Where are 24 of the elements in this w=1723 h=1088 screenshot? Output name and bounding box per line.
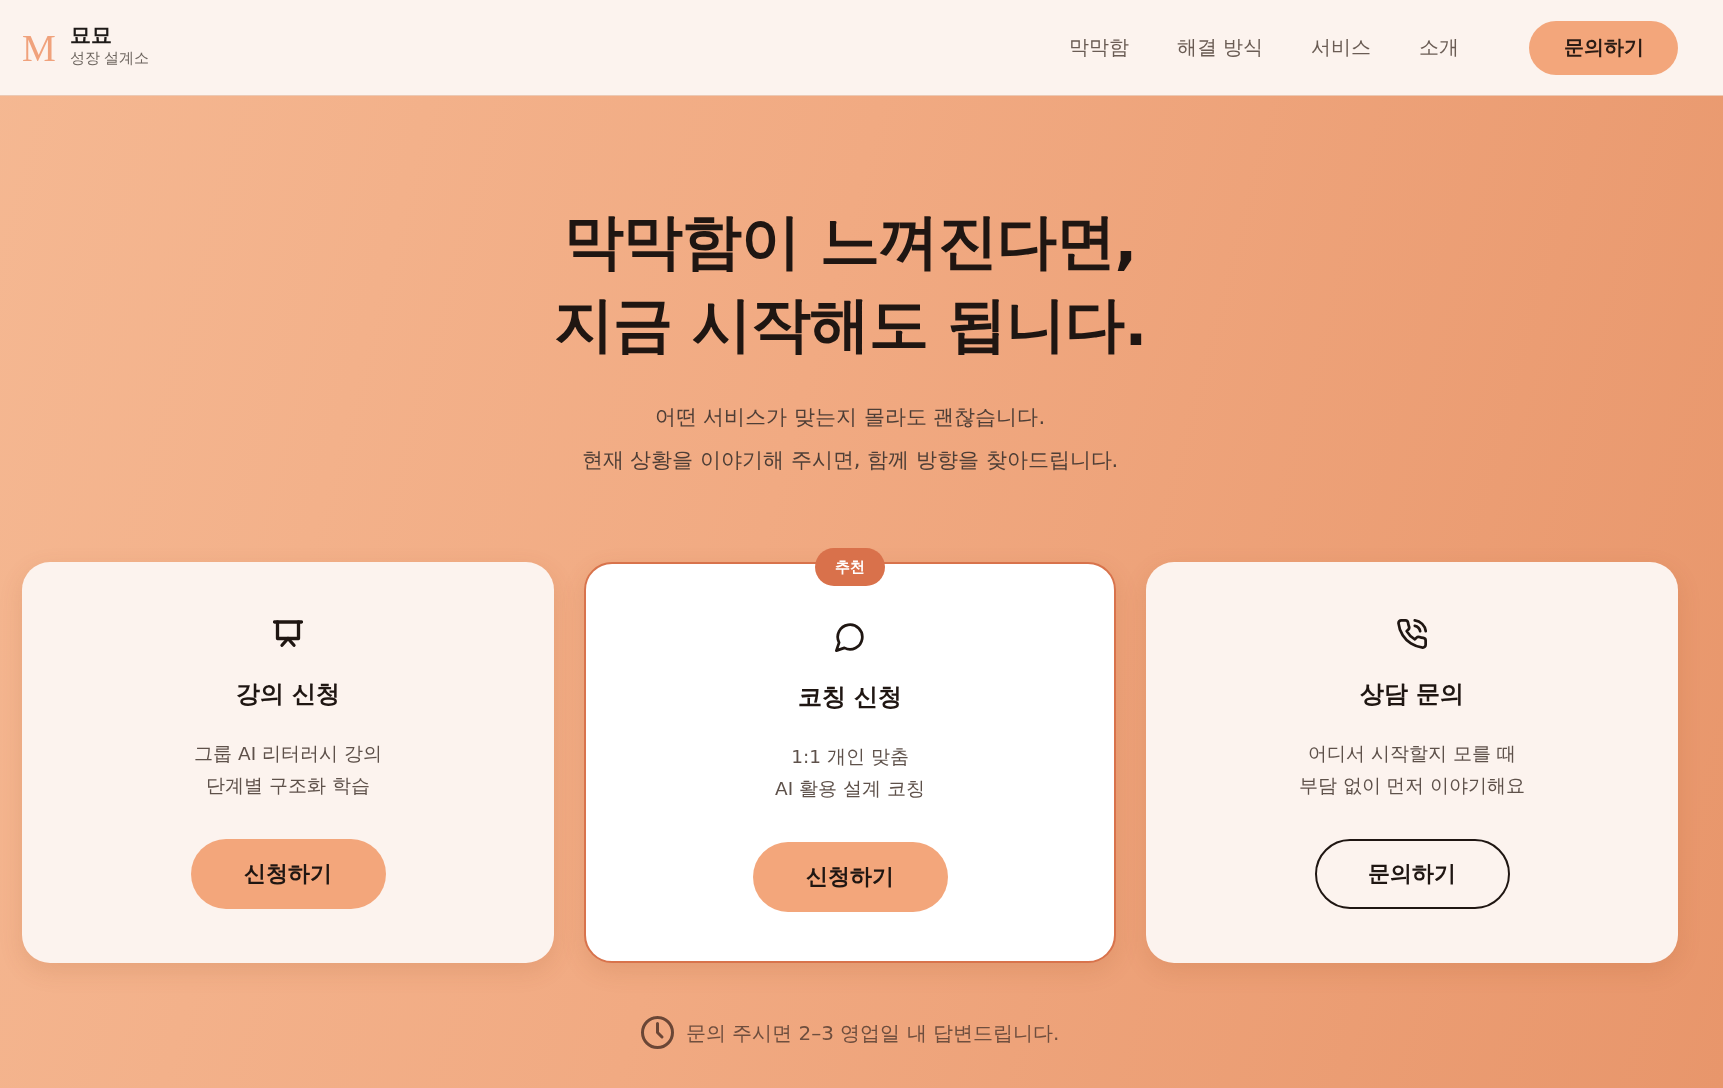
phone-call-icon — [1397, 619, 1427, 649]
card-description: 1:1 개인 맞춤 AI 활용 설계 코칭 — [775, 745, 925, 801]
hero-subtitle: 어떤 서비스가 맞는지 몰라도 괜찮습니다. 현재 상황을 이야기해 주시면, 함께 방향을 찾아드립니다. — [581, 404, 1119, 474]
hero-heading: 막막함이 느껴진다면, 지금 시작해도 됩니다. — [553, 205, 1147, 361]
card-title: 상담 문의 — [1359, 679, 1465, 710]
nav-link[interactable]: 막막함 — [1068, 34, 1129, 61]
brand-tagline: 성장 설계소 — [69, 48, 150, 68]
card-action-button[interactable]: 문의하기 — [1314, 839, 1510, 909]
brand-name: 묘묘 — [69, 21, 113, 49]
card-description: 어디서 시작할지 모를 때 부담 없이 먼저 이야기해요 — [1298, 742, 1526, 798]
nav-link[interactable]: 서비스 — [1311, 34, 1371, 61]
clock-icon — [640, 1016, 674, 1049]
nav-link[interactable]: 소개 — [1419, 34, 1459, 61]
card-title: 코칭 신청 — [797, 682, 903, 713]
recommended-badge: 추천 — [815, 548, 885, 586]
presentation-board-icon — [273, 619, 303, 649]
card-title: 강의 신청 — [235, 679, 341, 710]
card-action-button[interactable]: 신청하기 — [190, 839, 386, 909]
chat-bubble-icon — [835, 622, 865, 652]
card-action-button[interactable]: 신청하기 — [752, 842, 948, 912]
reply-time-note: 문의 주시면 2–3 영업일 내 답변드립니다. — [685, 1019, 1060, 1047]
nav-link[interactable]: 해결 방식 — [1176, 34, 1263, 61]
contact-button[interactable]: 문의하기 — [1529, 20, 1678, 75]
card-description: 그룹 AI 리터러시 강의 단계별 구조화 학습 — [194, 742, 382, 798]
